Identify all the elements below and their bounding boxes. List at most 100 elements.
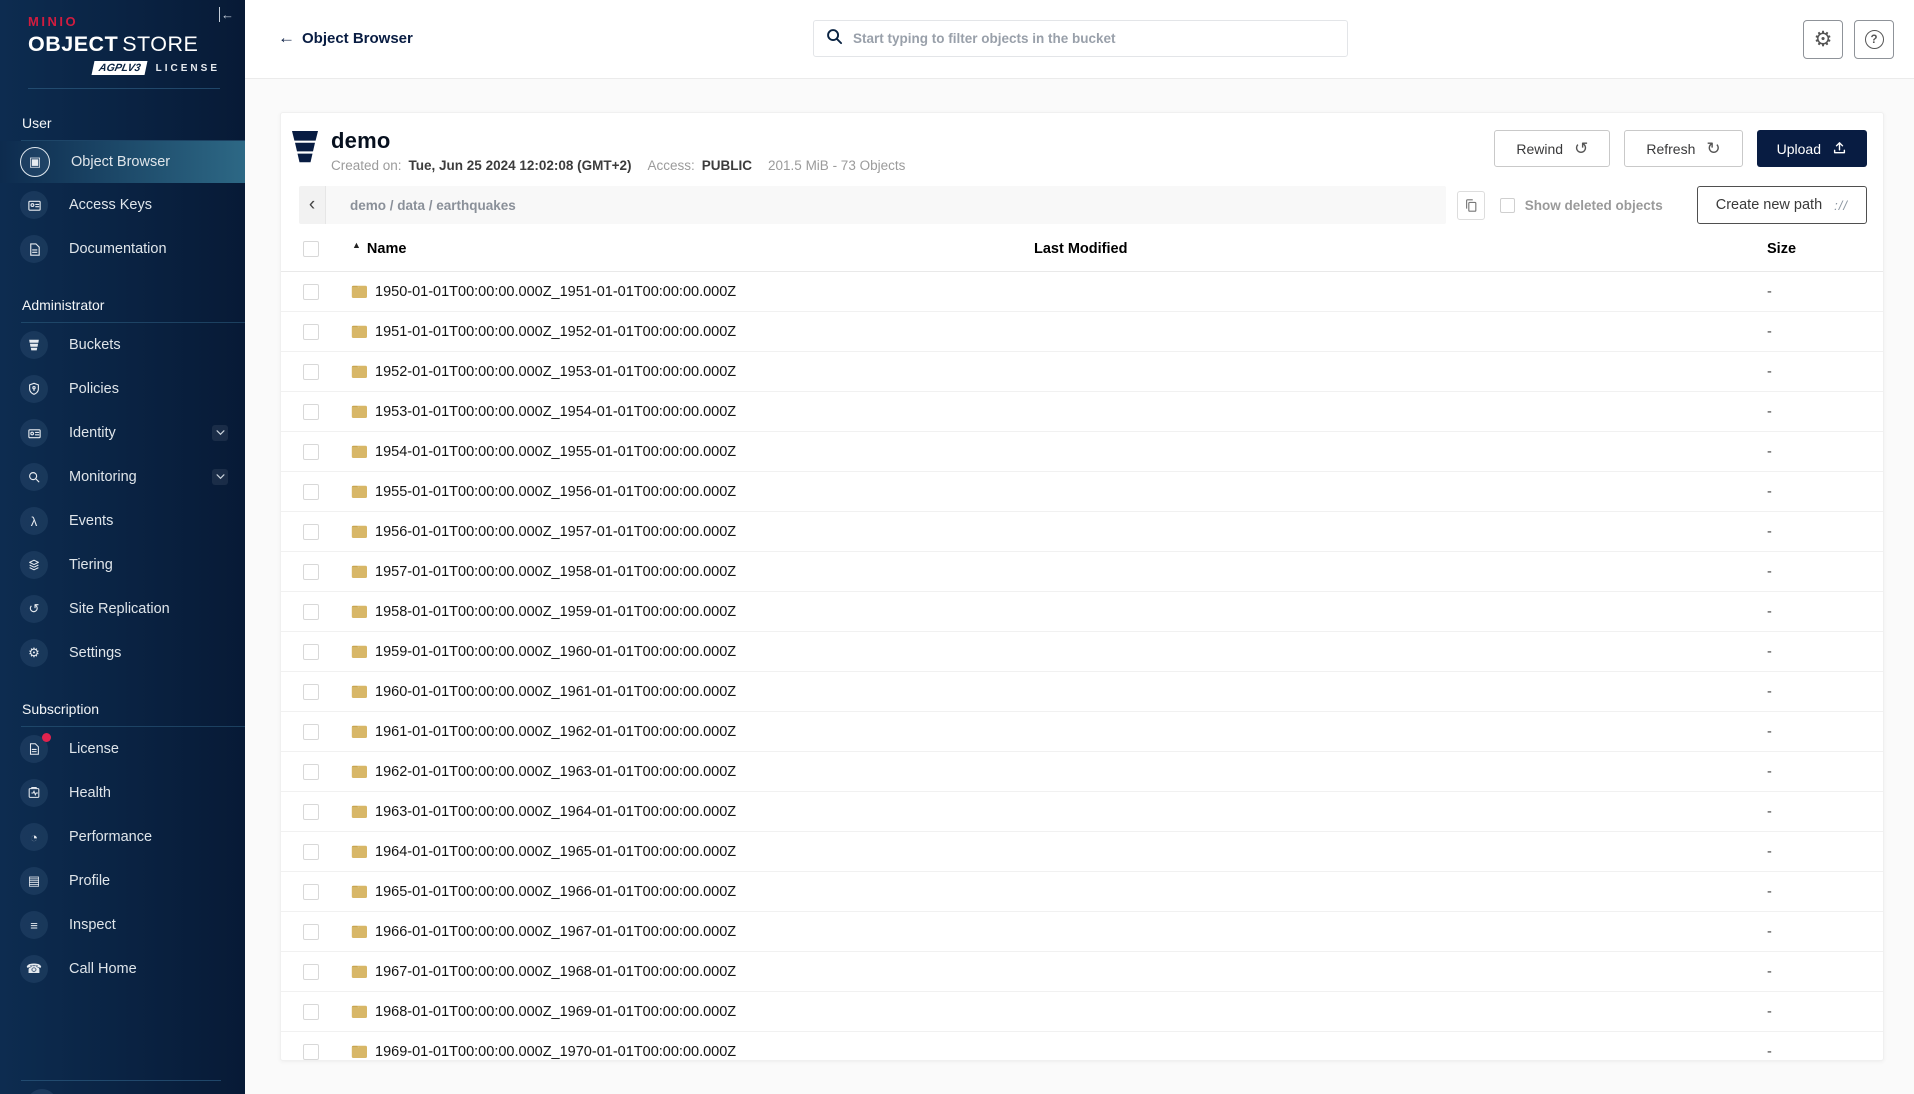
page-title: Object Browser bbox=[302, 30, 413, 47]
performance-icon: ◔ bbox=[20, 823, 48, 851]
object-name-cell: 1954-01-01T00:00:00.000Z_1955-01-01T00:0… bbox=[319, 444, 1034, 460]
chevron-down-icon[interactable] bbox=[212, 425, 228, 441]
column-header-last-modified[interactable]: Last Modified bbox=[1034, 241, 1767, 257]
row-checkbox[interactable] bbox=[303, 804, 319, 820]
profile-icon: ▤ bbox=[20, 867, 48, 895]
folder-icon bbox=[351, 965, 368, 979]
row-checkbox[interactable] bbox=[303, 1004, 319, 1020]
folder-icon bbox=[351, 765, 368, 779]
row-checkbox[interactable] bbox=[303, 284, 319, 300]
rewind-button[interactable]: Rewind ↺ bbox=[1494, 130, 1610, 167]
sidebar-item-call-home[interactable]: ☎ Call Home bbox=[0, 947, 245, 991]
sidebar-item-policies[interactable]: Policies bbox=[0, 367, 245, 411]
size-cell: - bbox=[1767, 284, 1861, 300]
row-checkbox[interactable] bbox=[303, 1044, 319, 1060]
table-row[interactable]: 1957-01-01T00:00:00.000Z_1958-01-01T00:0… bbox=[281, 552, 1883, 592]
row-checkbox[interactable] bbox=[303, 884, 319, 900]
table-row[interactable]: 1966-01-01T00:00:00.000Z_1967-01-01T00:0… bbox=[281, 912, 1883, 952]
row-checkbox[interactable] bbox=[303, 644, 319, 660]
row-checkbox[interactable] bbox=[303, 444, 319, 460]
object-name-cell: 1960-01-01T00:00:00.000Z_1961-01-01T00:0… bbox=[319, 684, 1034, 700]
sidebar-item-profile[interactable]: ▤ Profile bbox=[0, 859, 245, 903]
table-row[interactable]: 1964-01-01T00:00:00.000Z_1965-01-01T00:0… bbox=[281, 832, 1883, 872]
row-checkbox[interactable] bbox=[303, 684, 319, 700]
object-name-cell: 1967-01-01T00:00:00.000Z_1968-01-01T00:0… bbox=[319, 964, 1034, 980]
sidebar-item-health[interactable]: Health bbox=[0, 771, 245, 815]
search-input[interactable] bbox=[853, 31, 1335, 46]
upload-button[interactable]: Upload bbox=[1757, 130, 1867, 167]
table-row[interactable]: 1960-01-01T00:00:00.000Z_1961-01-01T00:0… bbox=[281, 672, 1883, 712]
identity-icon bbox=[20, 419, 48, 447]
folder-icon bbox=[351, 1005, 368, 1019]
table-row[interactable]: 1963-01-01T00:00:00.000Z_1964-01-01T00:0… bbox=[281, 792, 1883, 832]
sidebar-item-buckets[interactable]: Buckets bbox=[0, 323, 245, 367]
breadcrumb[interactable]: demo / data / earthquakes bbox=[326, 186, 1446, 224]
sidebar-item-license[interactable]: License bbox=[0, 727, 245, 771]
table-row[interactable]: 1953-01-01T00:00:00.000Z_1954-01-01T00:0… bbox=[281, 392, 1883, 432]
row-checkbox[interactable] bbox=[303, 764, 319, 780]
sidebar-item-site-replication[interactable]: ↺ Site Replication bbox=[0, 587, 245, 631]
sidebar-item-tiering[interactable]: Tiering bbox=[0, 543, 245, 587]
sidebar-item-performance[interactable]: ◔ Performance bbox=[0, 815, 245, 859]
select-all-checkbox[interactable] bbox=[303, 241, 319, 257]
sidebar-item-monitoring[interactable]: Monitoring bbox=[0, 455, 245, 499]
object-name-cell: 1961-01-01T00:00:00.000Z_1962-01-01T00:0… bbox=[319, 724, 1034, 740]
row-checkbox[interactable] bbox=[303, 844, 319, 860]
refresh-button[interactable]: Refresh ↻ bbox=[1624, 130, 1742, 167]
table-row[interactable]: 1951-01-01T00:00:00.000Z_1952-01-01T00:0… bbox=[281, 312, 1883, 352]
table-row[interactable]: 1965-01-01T00:00:00.000Z_1966-01-01T00:0… bbox=[281, 872, 1883, 912]
table-row[interactable]: 1962-01-01T00:00:00.000Z_1963-01-01T00:0… bbox=[281, 752, 1883, 792]
table-row[interactable]: 1968-01-01T00:00:00.000Z_1969-01-01T00:0… bbox=[281, 992, 1883, 1032]
show-deleted-checkbox[interactable] bbox=[1500, 198, 1515, 213]
row-checkbox[interactable] bbox=[303, 324, 319, 340]
row-checkbox[interactable] bbox=[303, 404, 319, 420]
row-checkbox[interactable] bbox=[303, 604, 319, 620]
table-row[interactable]: 1954-01-01T00:00:00.000Z_1955-01-01T00:0… bbox=[281, 432, 1883, 472]
table-row[interactable]: 1952-01-01T00:00:00.000Z_1953-01-01T00:0… bbox=[281, 352, 1883, 392]
table-row[interactable]: 1956-01-01T00:00:00.000Z_1957-01-01T00:0… bbox=[281, 512, 1883, 552]
sidebar-item-documentation[interactable]: Documentation bbox=[0, 227, 245, 271]
sidebar-item-access-keys[interactable]: Access Keys bbox=[0, 183, 245, 227]
question-mark-icon: ? bbox=[1865, 30, 1884, 49]
sidebar-item-events[interactable]: λ Events bbox=[0, 499, 245, 543]
size-cell: - bbox=[1767, 844, 1861, 860]
table-row[interactable]: 1959-01-01T00:00:00.000Z_1960-01-01T00:0… bbox=[281, 632, 1883, 672]
chevron-down-icon[interactable] bbox=[212, 469, 228, 485]
size-cell: - bbox=[1767, 884, 1861, 900]
row-checkbox[interactable] bbox=[303, 484, 319, 500]
folder-icon bbox=[351, 525, 368, 539]
table-row[interactable]: 1967-01-01T00:00:00.000Z_1968-01-01T00:0… bbox=[281, 952, 1883, 992]
create-new-path-button[interactable]: Create new path :// bbox=[1697, 186, 1867, 224]
object-name-cell: 1969-01-01T00:00:00.000Z_1970-01-01T00:0… bbox=[319, 1044, 1034, 1060]
copy-path-button[interactable] bbox=[1457, 191, 1485, 220]
size-cell: - bbox=[1767, 444, 1861, 460]
sidebar-item-identity[interactable]: Identity bbox=[0, 411, 245, 455]
object-filter-searchbox[interactable] bbox=[813, 20, 1348, 57]
table-row[interactable]: 1961-01-01T00:00:00.000Z_1962-01-01T00:0… bbox=[281, 712, 1883, 752]
row-checkbox[interactable] bbox=[303, 724, 319, 740]
settings-button[interactable]: ⚙ bbox=[1803, 20, 1843, 59]
table-row[interactable]: 1950-01-01T00:00:00.000Z_1951-01-01T00:0… bbox=[281, 272, 1883, 312]
sidebar-item-object-browser[interactable]: ▣ Object Browser bbox=[0, 141, 245, 183]
sidebar-item-inspect[interactable]: ≡ Inspect bbox=[0, 903, 245, 947]
row-checkbox[interactable] bbox=[303, 964, 319, 980]
row-checkbox[interactable] bbox=[303, 364, 319, 380]
size-cell: - bbox=[1767, 604, 1861, 620]
table-row[interactable]: 1958-01-01T00:00:00.000Z_1959-01-01T00:0… bbox=[281, 592, 1883, 632]
row-checkbox[interactable] bbox=[303, 524, 319, 540]
size-cell: - bbox=[1767, 764, 1861, 780]
column-header-size[interactable]: Size bbox=[1767, 241, 1861, 257]
object-name-cell: 1964-01-01T00:00:00.000Z_1965-01-01T00:0… bbox=[319, 844, 1034, 860]
row-checkbox[interactable] bbox=[303, 924, 319, 940]
sidebar-collapse-icon[interactable]: ← bbox=[219, 7, 234, 22]
sidebar-item-settings[interactable]: ⚙ Settings bbox=[0, 631, 245, 675]
column-header-name[interactable]: ▲ Name bbox=[319, 241, 1034, 257]
row-checkbox[interactable] bbox=[303, 564, 319, 580]
table-row[interactable]: 1969-01-01T00:00:00.000Z_1970-01-01T00:0… bbox=[281, 1032, 1883, 1061]
size-cell: - bbox=[1767, 724, 1861, 740]
back-arrow-icon[interactable]: ← bbox=[278, 28, 295, 48]
object-list: 1950-01-01T00:00:00.000Z_1951-01-01T00:0… bbox=[281, 272, 1883, 1061]
help-button[interactable]: ? bbox=[1854, 20, 1894, 59]
table-row[interactable]: 1955-01-01T00:00:00.000Z_1956-01-01T00:0… bbox=[281, 472, 1883, 512]
breadcrumb-back-button[interactable]: ‹ bbox=[299, 186, 326, 224]
